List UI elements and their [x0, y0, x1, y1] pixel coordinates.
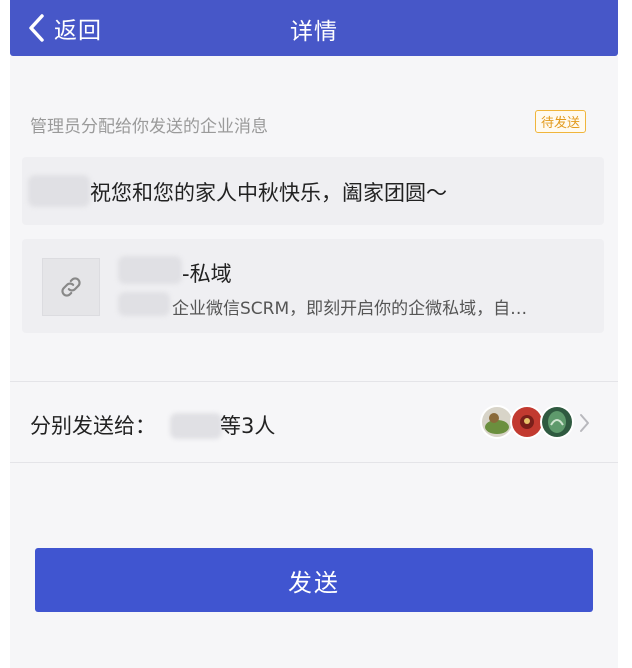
avatar	[510, 405, 544, 439]
avatar	[480, 405, 514, 439]
chain-link-icon	[61, 277, 81, 297]
chevron-right-icon[interactable]	[578, 412, 590, 434]
link-description: 企业微信SCRM，即刻开启你的企微私域，自…	[172, 299, 528, 319]
status-badge: 待发送	[535, 110, 587, 133]
send-to-label: 分别发送给：	[30, 414, 156, 438]
message-subtitle: 管理员分配给你发送的企业消息	[30, 117, 268, 137]
send-button[interactable]: 发送	[35, 548, 593, 612]
redacted-blur	[118, 256, 182, 284]
page-title: 详情	[290, 19, 338, 45]
divider	[10, 462, 618, 463]
link-title: -私域	[182, 262, 232, 286]
redacted-blur	[118, 292, 170, 316]
link-card[interactable]: -私域 企业微信SCRM，即刻开启你的企微私域，自…	[22, 239, 604, 333]
avatar	[540, 405, 574, 439]
redacted-blur	[28, 175, 90, 207]
recipient-avatars[interactable]	[480, 405, 574, 439]
nav-bar: 返回 详情	[10, 0, 618, 56]
link-icon	[42, 258, 100, 316]
recipient-count: 等3人	[220, 414, 276, 438]
divider	[10, 381, 618, 382]
redacted-blur	[170, 413, 222, 439]
message-text: 祝您和您的家人中秋快乐，阖家团圆～	[90, 181, 447, 205]
message-text-box: 祝您和您的家人中秋快乐，阖家团圆～	[22, 157, 604, 225]
